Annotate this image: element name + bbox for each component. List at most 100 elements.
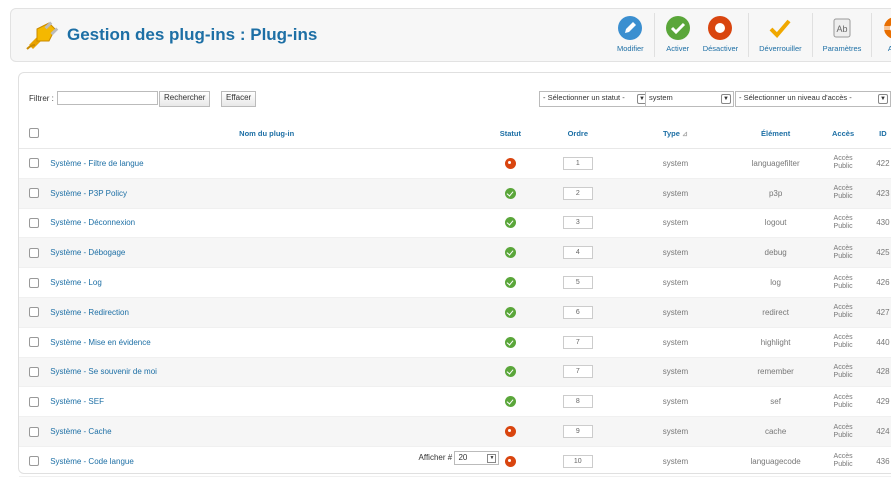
plugin-name-link[interactable]: Système - P3P Policy [49,178,485,209]
table-row: Système - SEF 8 system sef Accès Public 429 [19,386,891,418]
row-checkbox[interactable] [29,277,40,288]
enabled-status-icon[interactable] [504,366,516,378]
column-type[interactable]: Type ⊿ [619,118,732,149]
folder-select-value: system [649,93,673,102]
enabled-status-icon[interactable] [504,217,516,229]
clear-button[interactable]: Effacer [221,91,257,107]
order-input[interactable]: 7 [562,365,593,379]
element-cell: cache [731,416,820,447]
publish-button[interactable]: Activer [659,9,697,61]
plugin-name-link[interactable]: Système - Mise en évidence [49,327,485,358]
plugin-name-link[interactable]: Système - SEF [49,386,485,418]
enabled-status-icon[interactable] [504,187,516,199]
search-input[interactable] [57,91,158,105]
order-cell: 7 [536,327,620,358]
filter-bar: Filtrer : Rechercher Effacer - Sélection… [29,91,891,107]
order-input[interactable]: 4 [562,246,593,260]
access-select-value: - Sélectionner un niveau d'accès - [739,93,852,102]
row-select-cell [19,357,50,388]
row-select-cell [19,267,50,298]
row-checkbox[interactable] [29,337,40,348]
plugin-name-link[interactable]: Système - Redirection [49,297,485,328]
column-name[interactable]: Nom du plug-in [49,118,485,149]
access-label: Accès [833,334,853,342]
enabled-status-icon[interactable] [504,247,516,259]
access-level: Public [833,163,853,171]
type-cell: system [619,237,732,269]
row-checkbox[interactable] [29,426,40,437]
access-level: Public [833,193,853,201]
edit-button[interactable]: Modifier [611,9,650,61]
element-cell: highlight [731,327,820,358]
order-input[interactable]: 7 [562,335,593,349]
column-access[interactable]: Accès [819,118,867,149]
access-cell: Accès Public [819,237,867,269]
table-row: Système - Filtre de langue 1 system languag… [19,148,891,179]
row-select-cell [19,416,50,447]
display-limit-select[interactable]: 20 ▼ [454,451,500,465]
help-button[interactable]: Aide [876,9,891,61]
row-checkbox[interactable] [29,247,40,258]
row-select-cell [19,237,50,269]
access-cell: Accès Public [819,178,867,209]
toolbar-divider [748,13,750,57]
checkin-button[interactable]: Déverrouiller [753,9,808,61]
row-checkbox[interactable] [29,307,40,318]
order-input[interactable]: 9 [562,425,593,439]
filter-label: Filtrer : [29,94,54,103]
row-checkbox[interactable] [29,188,40,199]
row-select-cell [19,178,50,209]
chevron-down-icon: ▼ [878,94,888,104]
enabled-status-icon[interactable] [504,306,516,318]
enabled-status-icon[interactable] [504,396,516,408]
options-label: Paramètres [822,44,862,53]
id-cell: 428 [866,357,891,388]
column-status[interactable]: Statut [484,118,537,149]
plugin-name-link[interactable]: Système - Se souvenir de moi [49,357,485,388]
unpublish-button[interactable]: Désactiver [697,9,744,61]
plugin-name-link[interactable]: Système - Log [49,267,485,298]
enabled-status-icon[interactable] [504,277,516,289]
order-input[interactable]: 6 [562,305,593,319]
row-select-cell [19,297,50,328]
column-element[interactable]: Élément [731,118,820,149]
order-input[interactable]: 3 [562,216,593,230]
plugin-name-link[interactable]: Système - Cache [49,416,485,447]
folder-select[interactable]: system ▼ [645,91,734,107]
element-cell: logout [731,208,820,239]
order-input[interactable]: 2 [562,186,593,200]
order-input[interactable]: 5 [562,276,593,290]
access-label: Accès [833,244,853,252]
row-select-cell [19,327,50,358]
access-label: Accès [833,185,853,193]
publish-icon [665,16,690,40]
options-button[interactable]: Ab Paramètres [817,9,868,61]
order-input[interactable]: 8 [562,395,593,409]
disabled-status-icon[interactable] [504,426,516,438]
order-cell: 4 [536,237,620,269]
table-row: Système - Cache 9 system cache Accès Public 42… [19,416,891,447]
row-checkbox[interactable] [29,396,40,407]
search-button[interactable]: Rechercher [159,91,211,107]
column-order[interactable]: Ordre [536,118,620,149]
select-all-checkbox[interactable] [29,128,40,138]
enabled-status-icon[interactable] [504,336,516,348]
status-select[interactable]: - Sélectionner un statut - ▼ [539,91,650,107]
plugin-name-link[interactable]: Système - Déconnexion [49,208,485,239]
order-input[interactable]: 1 [562,156,593,170]
help-icon [884,17,891,39]
row-checkbox[interactable] [29,217,40,228]
plugin-name-link[interactable]: Système - Filtre de langue [49,148,485,179]
order-cell: 9 [536,416,620,447]
edit-label: Modifier [617,44,644,53]
edit-icon [618,16,643,40]
row-checkbox[interactable] [29,158,40,169]
row-checkbox[interactable] [29,366,40,377]
disabled-status-icon[interactable] [504,157,516,169]
access-level: Public [833,431,853,439]
plugin-name-link[interactable]: Système - Débogage [49,237,485,269]
status-cell [484,237,537,269]
access-select[interactable]: - Sélectionner un niveau d'accès - ▼ [735,91,891,107]
column-id[interactable]: ID [866,118,891,149]
access-level: Public [833,282,853,290]
